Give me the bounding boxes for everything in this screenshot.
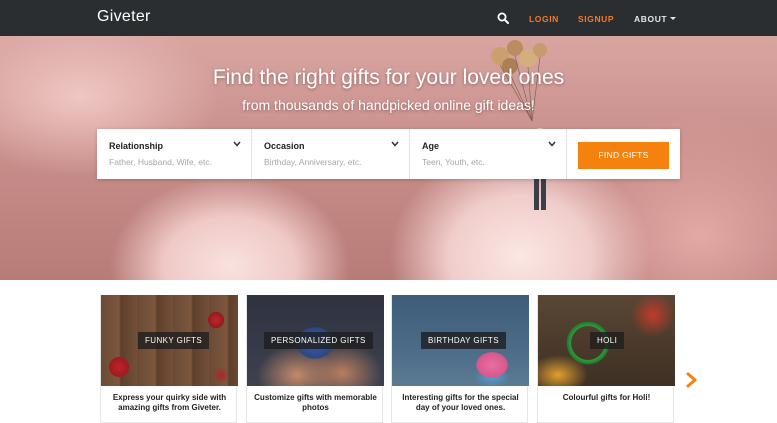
- chevron-right-icon[interactable]: [686, 372, 698, 388]
- hero-subtitle: from thousands of handpicked online gift…: [242, 97, 535, 113]
- category-description: Colourful gifts for Holi!: [562, 393, 651, 402]
- relationship-placeholder: Father, Husband, Wife, etc.: [109, 157, 212, 167]
- relationship-dropdown[interactable]: Relationship Father, Husband, Wife, etc.: [97, 129, 252, 179]
- search-icon[interactable]: [497, 12, 509, 24]
- category-card-personalized-gifts[interactable]: PERSONALIZED GIFTS Customize gifts with …: [246, 295, 384, 423]
- category-description: Customize gifts with memorable photos: [254, 393, 377, 412]
- chevron-down-icon: [548, 141, 556, 147]
- category-card-funky-gifts[interactable]: FUNKY GIFTS Express your quirky side wit…: [100, 295, 238, 423]
- occasion-dropdown[interactable]: Occasion Birthday, Anniversary, etc.: [252, 129, 410, 179]
- age-placeholder: Teen, Youth, etc.: [422, 157, 485, 167]
- about-menu[interactable]: ABOUT: [634, 14, 667, 24]
- signup-link[interactable]: SIGNUP: [578, 14, 614, 24]
- relationship-label: Relationship: [109, 141, 164, 151]
- age-dropdown[interactable]: Age Teen, Youth, etc.: [410, 129, 567, 179]
- category-carousel: FUNKY GIFTS Express your quirky side wit…: [0, 280, 777, 423]
- category-tag: FUNKY GIFTS: [138, 332, 210, 349]
- category-tag: BIRTHDAY GIFTS: [421, 332, 506, 349]
- chevron-down-icon: [391, 141, 399, 147]
- category-tag: PERSONALIZED GIFTS: [264, 332, 373, 349]
- login-link[interactable]: LOGIN: [529, 14, 559, 24]
- category-card-holi[interactable]: HOLI Colourful gifts for Holi!: [537, 295, 675, 423]
- caret-down-icon[interactable]: [670, 17, 676, 20]
- brand-logo[interactable]: Giveter: [97, 8, 151, 26]
- category-card-birthday-gifts[interactable]: BIRTHDAY GIFTS Interesting gifts for the…: [391, 295, 529, 423]
- category-description: Interesting gifts for the special day of…: [402, 393, 519, 412]
- occasion-placeholder: Birthday, Anniversary, etc.: [264, 157, 362, 167]
- hero-title: Find the right gifts for your loved ones: [212, 66, 565, 89]
- chevron-down-icon: [233, 141, 241, 147]
- top-navbar: Giveter LOGIN SIGNUP ABOUT: [0, 0, 777, 36]
- find-gifts-button[interactable]: FIND GIFTS: [578, 142, 669, 169]
- occasion-label: Occasion: [264, 141, 305, 151]
- age-label: Age: [422, 141, 440, 151]
- category-description: Express your quirky side with amazing gi…: [112, 393, 227, 412]
- category-tag: HOLI: [590, 332, 625, 349]
- gift-search-bar: Relationship Father, Husband, Wife, etc.…: [97, 129, 680, 179]
